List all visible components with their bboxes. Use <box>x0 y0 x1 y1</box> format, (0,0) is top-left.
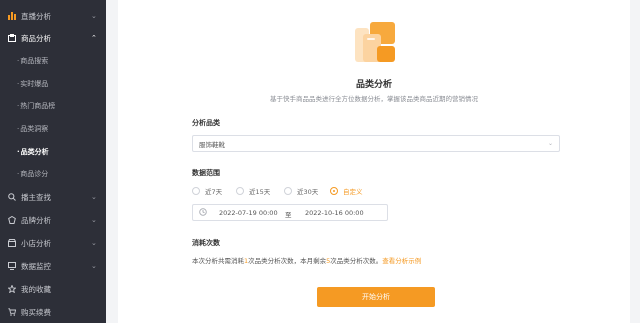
bar-chart-icon <box>8 12 16 20</box>
date-start: 2022-07-19 00:00 <box>219 209 278 217</box>
category-label: 分析品类 <box>192 119 220 127</box>
date-range-picker[interactable]: 2022-07-19 00:00 至 2022-10-16 00:00 <box>192 204 388 221</box>
chevron-down-icon: ⌄ <box>91 193 97 201</box>
category-analysis-illustration-icon <box>355 22 395 62</box>
sidebar-item-shop-analysis[interactable]: 小店分析 ⌄ <box>0 235 106 251</box>
radio-circle <box>192 187 200 195</box>
date-separator: 至 <box>285 211 292 219</box>
sidebar-subitem-category-analysis[interactable]: · 品类分析 <box>0 144 106 160</box>
monitor-icon <box>8 262 16 270</box>
view-example-link[interactable]: 查看分析示例 <box>382 257 421 265</box>
start-analysis-button[interactable]: 开始分析 <box>317 287 435 307</box>
chevron-down-icon: ⌄ <box>91 262 97 270</box>
chevron-down-icon: ⌄ <box>91 12 97 20</box>
clock-icon <box>199 208 207 218</box>
sidebar-subitem-realtime-hot[interactable]: · 实时爆品 <box>0 76 106 92</box>
consume-label: 消耗次数 <box>192 239 220 247</box>
main-card: 品类分析 基于快手商品品类进行全方位数据分析，掌握该品类商品近期的营销情况 分析… <box>118 0 630 323</box>
range-label: 数据范围 <box>192 169 220 177</box>
category-select-value: 服饰鞋靴 <box>199 140 225 149</box>
sidebar-subitem-category-insight[interactable]: · 品类洞察 <box>0 121 106 137</box>
sidebar-subitem-product-diagnosis[interactable]: · 商品诊分 <box>0 166 106 182</box>
sidebar-item-data-monitor[interactable]: 数据监控 ⌄ <box>0 258 106 274</box>
cart-icon <box>8 308 16 316</box>
chevron-down-icon: ⌄ <box>91 216 97 224</box>
consume-description: 本次分析共需消耗1次品类分析次数，本月剩余5次品类分析次数。查看分析示例 <box>192 257 422 265</box>
category-select[interactable]: 服饰鞋靴 ⌄ <box>192 135 560 152</box>
chevron-up-icon: ⌃ <box>91 34 97 42</box>
range-option-15d[interactable]: 近15天 <box>236 186 270 196</box>
sidebar-group-product-analysis[interactable]: 商品分析 ⌃ <box>0 30 106 46</box>
shop-icon <box>8 239 16 247</box>
radio-circle <box>236 187 244 195</box>
sidebar-item-purchase-renew[interactable]: 购买续费 <box>0 304 106 320</box>
brand-icon <box>8 216 16 224</box>
radio-circle <box>284 187 292 195</box>
product-icon <box>8 34 16 42</box>
range-option-custom[interactable]: 自定义 <box>330 186 363 196</box>
sidebar-item-live-analysis[interactable]: 直播分析 ⌄ <box>0 8 106 24</box>
radio-circle-checked <box>330 187 338 195</box>
sidebar-item-my-favorites[interactable]: 我的收藏 <box>0 281 106 297</box>
sidebar-subitem-hot-rank[interactable]: · 热门商品榜 <box>0 98 106 114</box>
range-option-30d[interactable]: 近30天 <box>284 186 318 196</box>
page-title: 品类分析 <box>355 80 392 90</box>
sidebar: 直播分析 ⌄ 商品分析 ⌃ · 商品搜索 · 实时爆品 · 热门商品榜 · 品类洞察 ·… <box>0 0 106 323</box>
chevron-down-icon: ⌄ <box>547 140 553 147</box>
chevron-down-icon: ⌄ <box>91 239 97 247</box>
search-icon <box>8 193 16 201</box>
date-end: 2022-10-16 00:00 <box>305 209 364 217</box>
range-option-7d[interactable]: 近7天 <box>192 186 222 196</box>
sidebar-item-streamer-search[interactable]: 播主查找 ⌄ <box>0 189 106 205</box>
star-icon <box>8 285 16 293</box>
sidebar-item-brand-analysis[interactable]: 品牌分析 ⌄ <box>0 212 106 228</box>
page-subtitle: 基于快手商品品类进行全方位数据分析，掌握该品类商品近期的营销情况 <box>270 95 478 103</box>
sidebar-subitem-product-search[interactable]: · 商品搜索 <box>0 53 106 69</box>
